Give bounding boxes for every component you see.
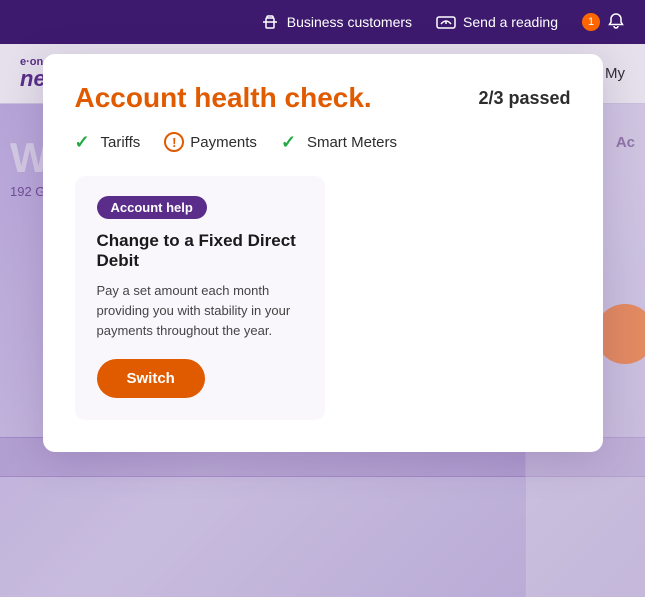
status-smart-meters-label: Smart Meters: [307, 134, 397, 151]
modal-overlay: Account health check. 2/3 passed ✓ Tarif…: [0, 44, 645, 597]
business-customers-label: Business customers: [287, 14, 412, 30]
switch-button[interactable]: Switch: [97, 359, 205, 398]
check-icon: ✓: [281, 132, 301, 152]
status-tariffs-label: Tariffs: [101, 134, 141, 151]
status-tariffs: ✓ Tariffs: [75, 132, 141, 152]
account-help-card: Account help Change to a Fixed Direct De…: [75, 176, 325, 420]
modal-title: Account health check.: [75, 82, 372, 114]
card-badge: Account help: [97, 196, 207, 219]
status-smart-meters: ✓ Smart Meters: [281, 132, 397, 152]
send-reading-label: Send a reading: [463, 14, 558, 30]
notification-badge: 1: [582, 13, 600, 31]
card-body: Pay a set amount each month providing yo…: [97, 281, 303, 341]
notifications-button[interactable]: 1: [582, 12, 625, 33]
health-check-modal: Account health check. 2/3 passed ✓ Tarif…: [43, 54, 603, 452]
modal-score: 2/3 passed: [478, 88, 570, 109]
status-row: ✓ Tariffs ! Payments ✓ Smart Meters: [75, 132, 571, 152]
modal-header: Account health check. 2/3 passed: [75, 82, 571, 114]
status-payments: ! Payments: [164, 132, 257, 152]
meter-icon: [436, 12, 456, 32]
top-bar: Business customers Send a reading 1: [0, 0, 645, 44]
send-reading-link[interactable]: Send a reading: [436, 12, 558, 32]
warning-icon: !: [164, 132, 184, 152]
check-icon: ✓: [75, 132, 95, 152]
briefcase-icon: [260, 12, 280, 32]
business-customers-link[interactable]: Business customers: [260, 12, 412, 32]
status-payments-label: Payments: [190, 134, 257, 151]
card-title: Change to a Fixed Direct Debit: [97, 231, 303, 271]
bell-icon: [607, 12, 625, 33]
